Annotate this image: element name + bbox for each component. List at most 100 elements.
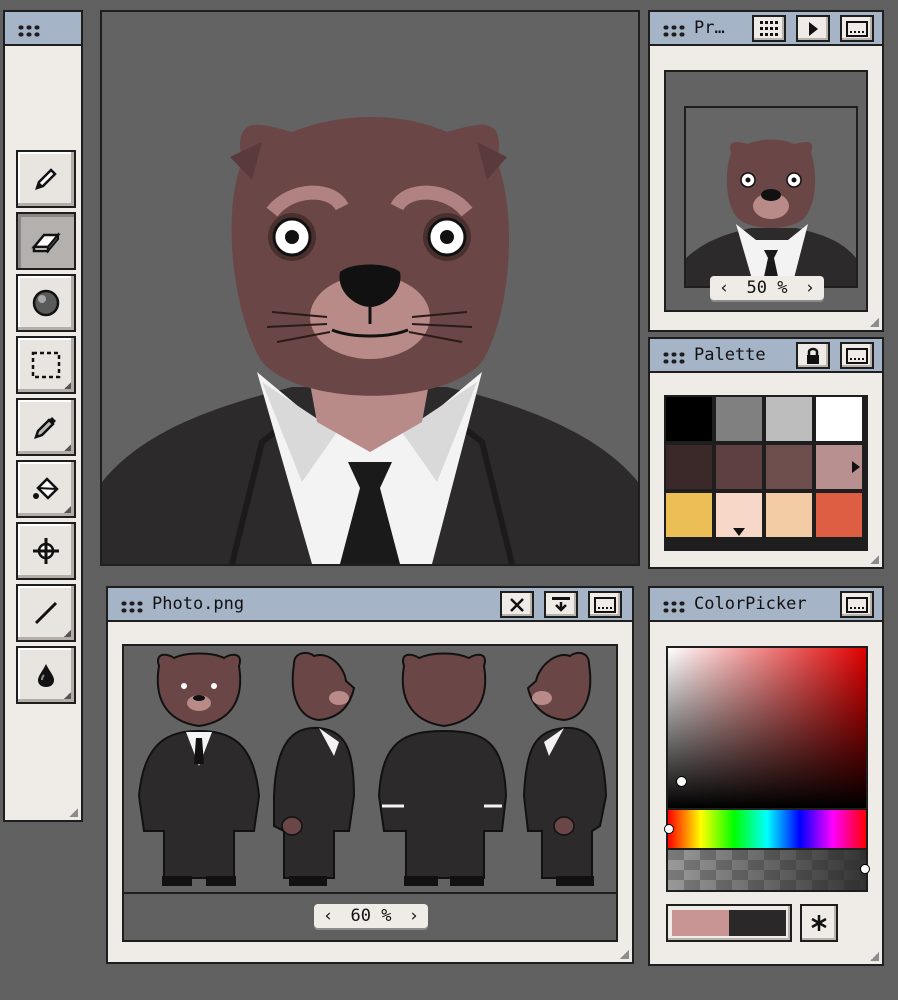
preview-zoom-control[interactable]: ‹ 50 % › <box>710 276 824 300</box>
alpha-slider-handle[interactable] <box>860 864 870 874</box>
secondary-color-swatch[interactable] <box>729 910 786 936</box>
eyedropper-icon <box>34 417 56 439</box>
selection-tool-button[interactable] <box>16 336 76 394</box>
bear-turnaround-image <box>124 646 616 894</box>
zoom-out-icon[interactable]: ‹ <box>719 278 729 298</box>
grid-toggle-button[interactable] <box>752 15 786 42</box>
sphere-icon <box>32 289 60 317</box>
window-menu-icon <box>846 20 868 37</box>
pencil-tool-button[interactable] <box>16 150 76 208</box>
move-tool-button[interactable] <box>16 522 76 580</box>
download-icon <box>552 596 570 612</box>
swap-colors-button[interactable] <box>800 904 838 942</box>
colorpicker-title: ColorPicker <box>694 594 807 614</box>
panel-menu-button[interactable] <box>588 591 622 618</box>
resize-handle-icon[interactable] <box>870 555 879 564</box>
zoom-in-icon[interactable]: › <box>805 278 815 298</box>
import-photo-button[interactable] <box>544 591 578 618</box>
primary-color-swatch[interactable] <box>672 910 729 936</box>
close-icon <box>510 597 524 612</box>
palette-lock-button[interactable] <box>796 342 830 369</box>
resize-handle-icon[interactable] <box>870 318 879 327</box>
photo-title: Photo.png <box>152 594 245 614</box>
palette-title: Palette <box>694 345 766 365</box>
resize-handle-icon[interactable] <box>69 808 78 817</box>
play-icon <box>809 21 818 36</box>
close-photo-button[interactable] <box>500 591 534 618</box>
asterisk-icon <box>811 915 827 931</box>
palette-titlebar[interactable]: Palette <box>650 339 882 373</box>
zoom-in-icon[interactable]: › <box>409 906 419 926</box>
resize-handle-icon[interactable] <box>620 950 629 959</box>
toolbar-titlebar[interactable] <box>5 12 81 46</box>
colorpicker-titlebar[interactable]: ColorPicker <box>650 588 882 622</box>
palette-swatch[interactable] <box>666 397 712 441</box>
drag-grip-icon[interactable] <box>662 600 686 614</box>
saturation-value-field[interactable] <box>666 646 868 810</box>
submenu-corner-icon <box>64 630 71 637</box>
photo-viewport[interactable]: ‹ 60 % › <box>122 644 618 942</box>
play-animation-button[interactable] <box>796 15 830 42</box>
window-menu-icon <box>594 596 616 613</box>
palette-swatch[interactable] <box>716 445 762 489</box>
drag-grip-icon[interactable] <box>17 24 41 38</box>
palette-swatch[interactable] <box>766 493 812 537</box>
hue-slider-handle[interactable] <box>664 824 674 834</box>
photo-zoom-control[interactable]: ‹ 60 % › <box>314 904 428 928</box>
preview-panel: Pr… ‹ 50 % › <box>648 10 884 332</box>
submenu-corner-icon <box>64 382 71 389</box>
paint-bucket-icon <box>33 477 59 500</box>
line-tool-button[interactable] <box>16 584 76 642</box>
bear-side-view-right <box>522 651 608 886</box>
window-menu-icon <box>846 596 868 613</box>
color-swatches <box>666 904 792 942</box>
palette-swatch[interactable] <box>816 445 862 489</box>
fill-tool-button[interactable] <box>16 460 76 518</box>
palette-swatch[interactable] <box>666 493 712 537</box>
palette-swatch[interactable] <box>716 493 762 537</box>
eraser-tool-button[interactable] <box>16 212 76 270</box>
primary-marker-icon <box>852 461 860 473</box>
palette-swatch[interactable] <box>816 397 862 441</box>
bear-side-view-left <box>273 651 356 886</box>
ink-drop-icon <box>38 664 54 687</box>
move-icon <box>33 538 59 564</box>
palette-swatch[interactable] <box>716 397 762 441</box>
shading-tool-button[interactable] <box>16 274 76 332</box>
submenu-corner-icon <box>64 506 71 513</box>
palette-swatch[interactable] <box>766 397 812 441</box>
palette-swatch[interactable] <box>766 445 812 489</box>
eyedropper-tool-button[interactable] <box>16 398 76 456</box>
drag-grip-icon[interactable] <box>120 600 144 614</box>
bear-back-view <box>377 652 508 886</box>
palette-swatch[interactable] <box>666 445 712 489</box>
preview-titlebar[interactable]: Pr… <box>650 12 882 46</box>
preview-zoom-level: 50 % <box>746 278 788 298</box>
panel-menu-button[interactable] <box>840 342 874 369</box>
preview-frame <box>684 106 858 288</box>
submenu-corner-icon <box>64 692 71 699</box>
drag-grip-icon[interactable] <box>662 24 686 38</box>
zoom-out-icon[interactable]: ‹ <box>323 906 333 926</box>
palette-panel: Palette <box>648 337 884 569</box>
preview-viewport[interactable]: ‹ 50 % › <box>664 70 868 312</box>
panel-menu-button[interactable] <box>840 15 874 42</box>
photo-zoom-level: 60 % <box>350 906 392 926</box>
hue-slider[interactable] <box>664 810 868 850</box>
main-canvas[interactable] <box>100 10 640 566</box>
drag-grip-icon[interactable] <box>662 351 686 365</box>
toolbar-panel <box>3 10 83 822</box>
preview-thumbnail <box>686 139 856 286</box>
lock-icon <box>807 347 819 364</box>
photo-panel: Photo.png ‹ 60 % › <box>106 586 634 964</box>
palette-swatch[interactable] <box>816 493 862 537</box>
window-menu-icon <box>846 347 868 364</box>
eraser-icon <box>31 232 61 254</box>
resize-handle-icon[interactable] <box>870 952 879 961</box>
alpha-slider[interactable] <box>666 850 870 892</box>
otter-portrait-artwork <box>102 117 638 564</box>
ink-tool-button[interactable] <box>16 646 76 704</box>
color-cursor[interactable] <box>676 776 687 787</box>
panel-menu-button[interactable] <box>840 591 874 618</box>
photo-titlebar[interactable]: Photo.png <box>108 588 632 622</box>
